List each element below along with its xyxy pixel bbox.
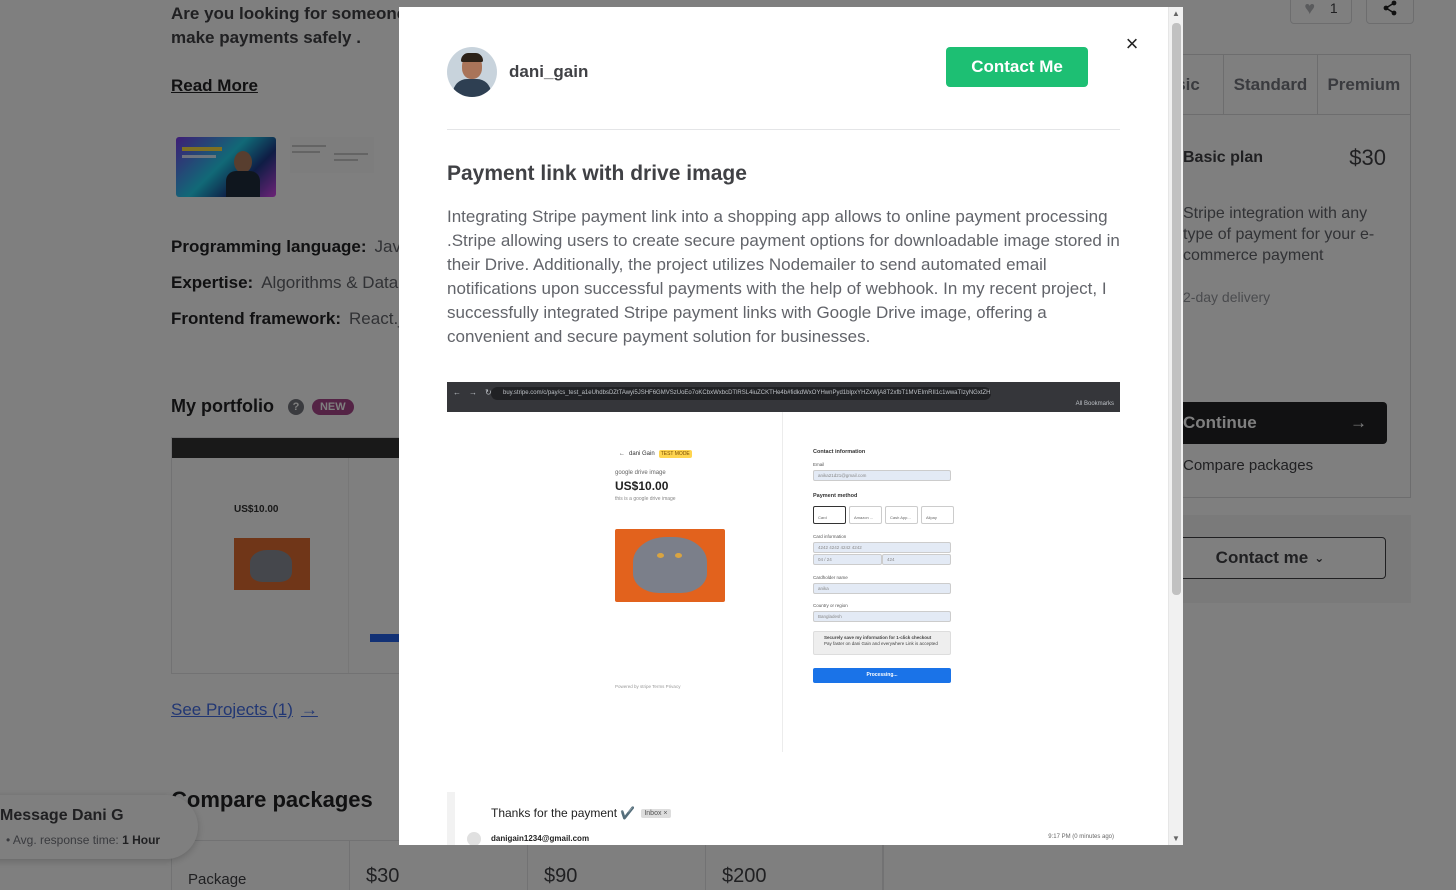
inbox-tag: Inbox × bbox=[641, 808, 671, 818]
email-screenshot: Thanks for the payment ✔️ Inbox × daniga… bbox=[447, 792, 1120, 845]
project-description: Integrating Stripe payment link into a s… bbox=[447, 207, 1120, 346]
browser-url: buy.stripe.com/c/pay/cs_test_a1eUhdbsDZt… bbox=[491, 387, 991, 400]
seller-avatar[interactable] bbox=[447, 47, 497, 97]
avatar bbox=[467, 832, 481, 845]
payment-method-options: Card Amazon ... Cash App... Alipay bbox=[813, 506, 954, 524]
divider bbox=[447, 129, 1120, 130]
cat-image bbox=[615, 529, 725, 602]
email-time: 9:17 PM (0 minutes ago) bbox=[1048, 834, 1114, 840]
browser-bar: ← → ↻ buy.stripe.com/c/pay/cs_test_a1eUhdb… bbox=[447, 382, 1120, 412]
scroll-up-icon[interactable]: ▲ bbox=[1172, 9, 1180, 18]
modal-scrollbar[interactable]: ▲ ▼ bbox=[1168, 7, 1183, 845]
seller-username[interactable]: dani_gain bbox=[509, 62, 588, 82]
contact-me-button[interactable]: Contact Me bbox=[946, 47, 1088, 87]
email-sender: danigain1234@gmail.com bbox=[491, 834, 590, 843]
test-mode-badge: TEST MODE bbox=[658, 450, 692, 458]
scroll-thumb[interactable] bbox=[1172, 23, 1181, 595]
project-modal: dani_gain Contact Me × Payment link with… bbox=[399, 7, 1183, 845]
merchant-name: ← dani Gain TEST MODE bbox=[619, 450, 692, 458]
product-price: US$10.00 bbox=[615, 479, 669, 493]
project-title: Payment link with drive image bbox=[447, 162, 747, 185]
project-screenshot: ← → ↻ buy.stripe.com/c/pay/cs_test_a1eUhdb… bbox=[447, 382, 1120, 752]
close-icon[interactable]: × bbox=[1121, 33, 1143, 55]
scroll-down-icon[interactable]: ▼ bbox=[1172, 834, 1180, 843]
processing-button: Processing... bbox=[813, 668, 951, 683]
email-subject: Thanks for the payment ✔️ bbox=[491, 806, 636, 820]
save-info-checkbox: Securely save my information for 1-click… bbox=[813, 631, 951, 655]
